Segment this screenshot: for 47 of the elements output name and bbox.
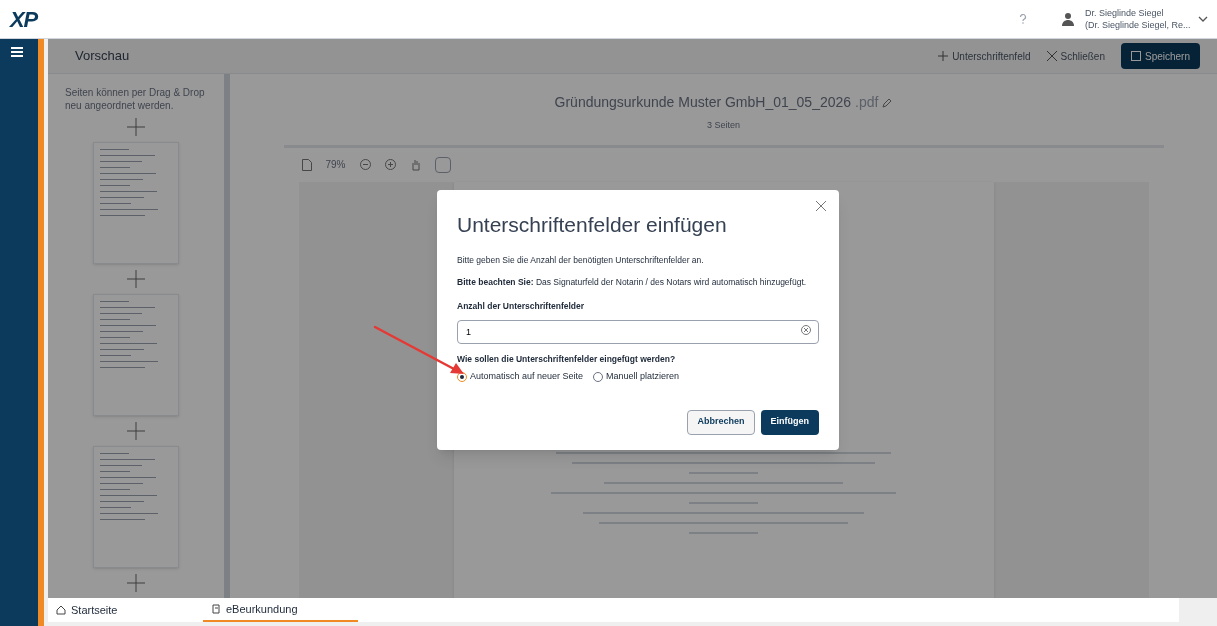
- save-button[interactable]: Speichern: [1120, 43, 1200, 69]
- clear-icon[interactable]: [801, 325, 811, 336]
- selection-tool-icon[interactable]: [434, 156, 451, 173]
- count-input-field[interactable]: 1: [457, 320, 819, 345]
- close-icon: [1046, 51, 1057, 61]
- pencil-icon[interactable]: [882, 97, 893, 108]
- page-title: Vorschau: [75, 47, 130, 66]
- tab[interactable]: eBeurkundung: [203, 598, 358, 622]
- plus-icon: [938, 51, 949, 61]
- zoom-level[interactable]: 79%: [325, 157, 346, 172]
- question-label: Wie sollen die Unterschriftenfelder eingefügt werden?: [457, 353, 677, 366]
- menu-icon[interactable]: [11, 46, 23, 58]
- page-thumbnail[interactable]: [93, 446, 179, 568]
- page-thumbnail[interactable]: [93, 294, 179, 416]
- add-signature-field-button[interactable]: Unterschriftenfeld: [938, 48, 1031, 64]
- add-page-icon[interactable]: [127, 422, 145, 440]
- file-extension: .pdf: [855, 93, 879, 112]
- home-icon: [56, 605, 66, 615]
- save-icon: [1130, 51, 1141, 61]
- user-detail: (Dr. Sieglinde Siegel, Re...: [1085, 19, 1192, 31]
- close-icon[interactable]: [815, 200, 827, 212]
- zoom-out-icon[interactable]: [359, 159, 371, 170]
- page-thumbnail[interactable]: [93, 142, 179, 264]
- option-label: Manuell platzieren: [606, 370, 680, 383]
- app-logo: XP: [10, 5, 38, 34]
- option-label: Automatisch auf neuer Seite: [470, 370, 584, 383]
- dialog-note: Bitte beachten Sie: Das Signaturfeld der Notarin / des Notars wird automatisch hinzugefügt.: [457, 275, 808, 289]
- cancel-button[interactable]: Abbrechen: [687, 409, 755, 435]
- dialog-text: Bitte geben Sie die Anzahl der benötigten Unterschriftenfelder an.: [457, 254, 705, 267]
- insert-button[interactable]: Einfügen: [760, 409, 819, 435]
- add-page-icon[interactable]: [127, 574, 145, 592]
- add-page-icon[interactable]: [127, 270, 145, 288]
- user-name: Dr. Sieglinde Siegel: [1085, 7, 1165, 19]
- close-button[interactable]: Schließen: [1046, 48, 1105, 64]
- hand-icon[interactable]: [409, 158, 421, 171]
- drag-drop-hint: Seiten können per Drag & Drop neu angeordnet werden.: [64, 86, 206, 112]
- document-icon: [211, 604, 221, 614]
- dialog-title: Unterschriftenfelder einfügen: [457, 212, 728, 238]
- tab[interactable]: Startseite: [48, 598, 203, 622]
- page-count: 3 Seiten: [707, 119, 740, 132]
- file-icon[interactable]: [301, 158, 312, 171]
- document-title: Gründungsurkunde Muster GmbH_01_05_2026: [554, 93, 852, 112]
- field-label: Anzahl der Unterschriftenfelder: [457, 299, 586, 313]
- user-icon: [1061, 12, 1075, 26]
- zoom-in-icon[interactable]: [384, 159, 396, 170]
- add-page-icon[interactable]: [127, 118, 145, 136]
- radio-option[interactable]: Manuell platzieren: [593, 370, 680, 384]
